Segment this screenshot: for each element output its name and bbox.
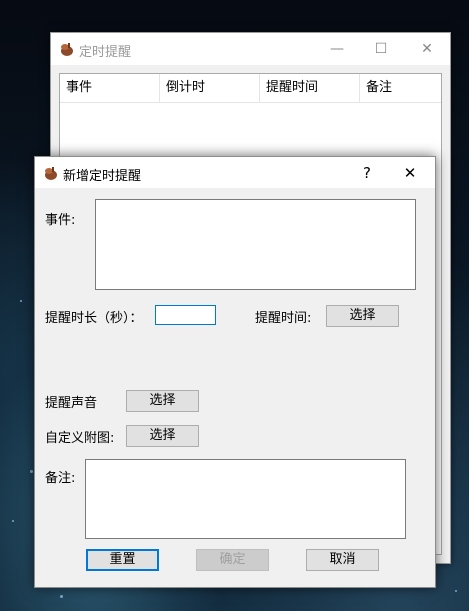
column-header-note[interactable]: 备注 <box>360 74 441 102</box>
column-header-countdown[interactable]: 倒计时 <box>160 74 260 102</box>
dialog-title: 新增定时提醒 <box>63 169 142 184</box>
note-label: 备注: <box>45 471 76 486</box>
event-label: 事件: <box>45 213 76 228</box>
remind-time-label: 提醒时间: <box>255 311 312 326</box>
sound-select-button[interactable]: 选择 <box>126 390 199 412</box>
reset-button[interactable]: 重置 <box>86 549 159 571</box>
dialog-titlebar[interactable]: 新增定时提醒 ? ✕ <box>35 157 435 188</box>
maximize-button[interactable]: ☐ <box>370 38 392 60</box>
custom-image-select-button[interactable]: 选择 <box>126 425 199 447</box>
add-reminder-dialog: 新增定时提醒 ? ✕ 事件: 提醒时长（秒）： 提醒时间: 选择 提醒声音 选择… <box>34 156 436 588</box>
duration-input[interactable] <box>155 305 216 325</box>
remind-time-select-button[interactable]: 选择 <box>326 305 399 327</box>
app-icon <box>61 43 73 56</box>
cancel-button[interactable]: 取消 <box>306 549 379 571</box>
main-window-title: 定时提醒 <box>79 45 132 60</box>
minimize-button[interactable]: — <box>326 38 348 60</box>
app-icon <box>45 167 57 180</box>
sound-label: 提醒声音 <box>45 396 98 411</box>
close-button[interactable]: ✕ <box>416 38 438 60</box>
ok-button: 确定 <box>196 549 269 571</box>
dialog-close-button[interactable]: ✕ <box>397 161 423 185</box>
help-button[interactable]: ? <box>354 161 380 185</box>
custom-image-label: 自定义附图: <box>45 431 115 446</box>
main-window-titlebar[interactable]: 定时提醒 — ☐ ✕ <box>51 33 450 65</box>
column-header-remind-time[interactable]: 提醒时间 <box>260 74 360 102</box>
note-textarea[interactable] <box>85 459 406 539</box>
event-textarea[interactable] <box>95 199 416 290</box>
list-header: 事件 倒计时 提醒时间 备注 <box>60 74 441 103</box>
duration-label: 提醒时长（秒）： <box>45 311 143 326</box>
column-header-event[interactable]: 事件 <box>60 74 160 102</box>
